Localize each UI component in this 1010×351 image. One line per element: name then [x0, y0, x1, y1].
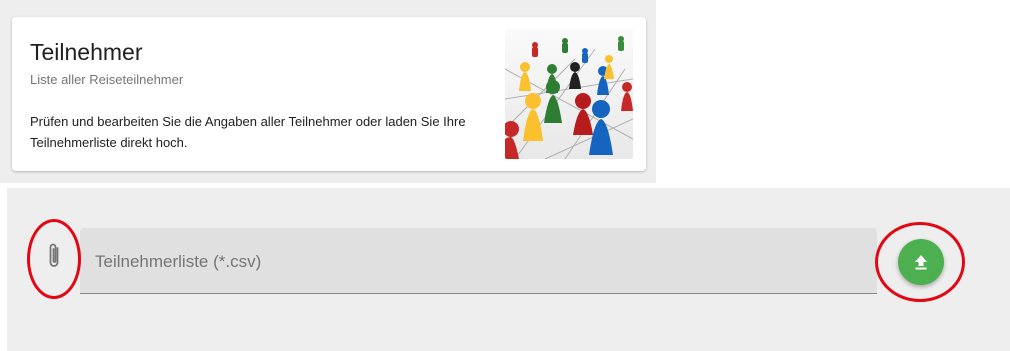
card-subtitle: Liste aller Reiseteilnehmer [30, 72, 184, 87]
upload-section: Teilnehmerliste (*.csv) [7, 188, 1010, 351]
file-input-label: Teilnehmerliste (*.csv) [95, 252, 262, 271]
attach-highlight-ring [27, 219, 81, 299]
card-description: Prüfen und bearbeiten Sie die Angaben al… [30, 114, 466, 150]
card-title: Teilnehmer [30, 39, 143, 65]
participants-card: Teilnehmer Liste aller Reiseteilnehmer P… [12, 17, 646, 171]
csv-file-input[interactable]: Teilnehmerliste (*.csv) [80, 228, 877, 294]
upload-highlight-ring [875, 222, 965, 302]
board-game-pawns-image [505, 29, 633, 159]
header-section: Teilnehmer Liste aller Reiseteilnehmer P… [0, 0, 656, 183]
